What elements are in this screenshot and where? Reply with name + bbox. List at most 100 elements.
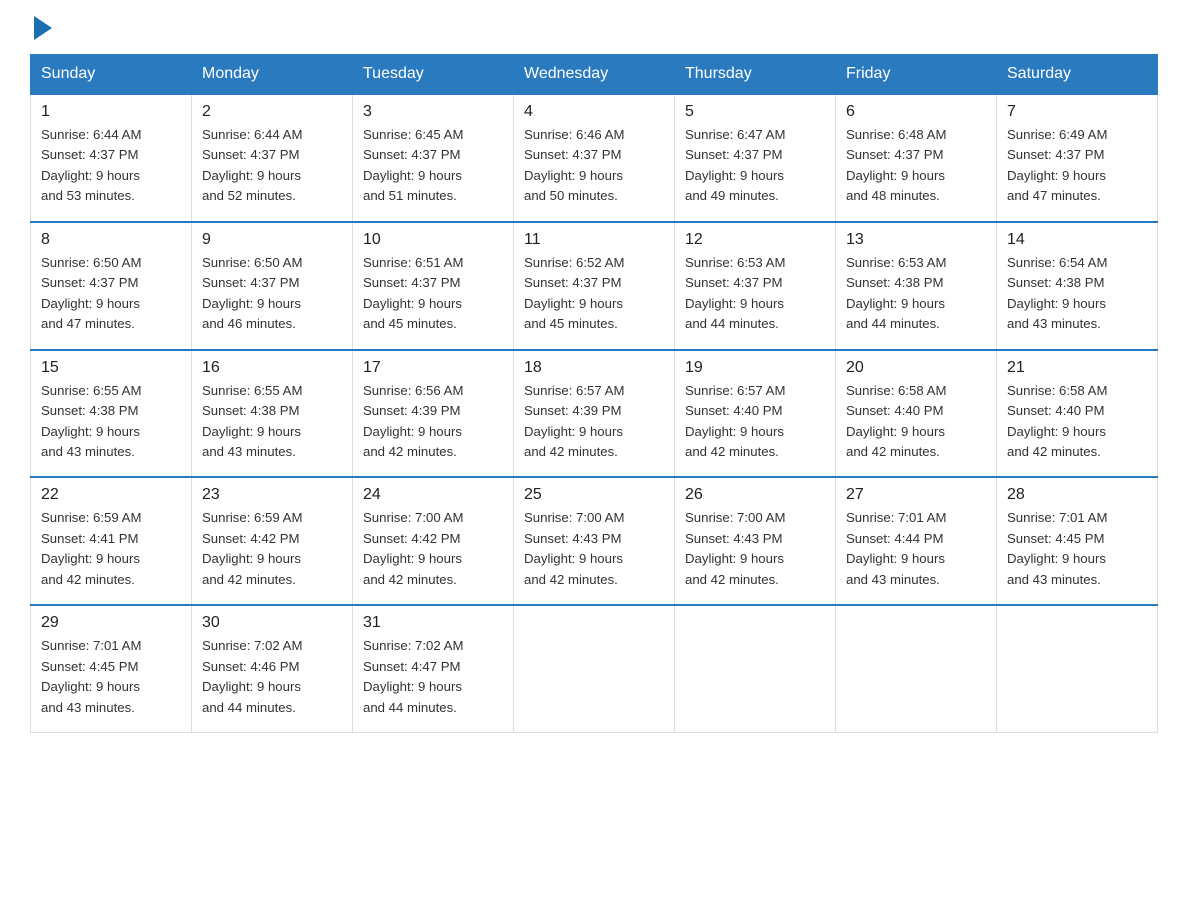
day-number: 20: [846, 359, 986, 377]
column-header-monday: Monday: [192, 55, 353, 95]
calendar-day-cell: 5 Sunrise: 6:47 AMSunset: 4:37 PMDaylight…: [675, 94, 836, 222]
day-info: Sunrise: 6:44 AMSunset: 4:37 PMDaylight:…: [41, 125, 181, 207]
day-info: Sunrise: 6:51 AMSunset: 4:37 PMDaylight:…: [363, 253, 503, 335]
day-info: Sunrise: 6:57 AMSunset: 4:40 PMDaylight:…: [685, 381, 825, 463]
day-info: Sunrise: 7:00 AMSunset: 4:42 PMDaylight:…: [363, 508, 503, 590]
day-number: 24: [363, 486, 503, 504]
logo: [30, 20, 52, 36]
calendar-day-cell: 13Sunrise: 6:53 AMSunset: 4:38 PMDayligh…: [836, 222, 997, 350]
day-number: 3: [363, 103, 503, 121]
day-info: Sunrise: 7:00 AMSunset: 4:43 PMDaylight:…: [524, 508, 664, 590]
calendar-day-cell: 10 Sunrise: 6:51 AMSunset: 4:37 PMDayligh…: [353, 222, 514, 350]
day-number: 27: [846, 486, 986, 504]
day-info: Sunrise: 6:52 AMSunset: 4:37 PMDaylight:…: [524, 253, 664, 335]
calendar-day-cell: 26 Sunrise: 7:00 AMSunset: 4:43 PMDayligh…: [675, 477, 836, 605]
day-number: 12: [685, 231, 825, 249]
day-info: Sunrise: 6:59 AMSunset: 4:41 PMDaylight:…: [41, 508, 181, 590]
day-info: Sunrise: 6:53 AMSunset: 4:37 PMDaylight:…: [685, 253, 825, 335]
calendar-day-cell: 30 Sunrise: 7:02 AMSunset: 4:46 PMDayligh…: [192, 605, 353, 732]
calendar-day-cell: 12 Sunrise: 6:53 AMSunset: 4:37 PMDayligh…: [675, 222, 836, 350]
day-number: 11: [524, 231, 664, 249]
day-info: Sunrise: 6:46 AMSunset: 4:37 PMDaylight:…: [524, 125, 664, 207]
calendar-day-cell: 17Sunrise: 6:56 AMSunset: 4:39 PMDayligh…: [353, 350, 514, 478]
day-info: Sunrise: 6:53 AMSunset: 4:38 PMDaylight:…: [846, 253, 986, 335]
calendar-day-cell: 16 Sunrise: 6:55 AMSunset: 4:38 PMDayligh…: [192, 350, 353, 478]
day-info: Sunrise: 7:02 AMSunset: 4:46 PMDaylight:…: [202, 636, 342, 718]
calendar-day-cell: 3 Sunrise: 6:45 AMSunset: 4:37 PMDaylight…: [353, 94, 514, 222]
calendar-header-row: SundayMondayTuesdayWednesdayThursdayFrid…: [31, 55, 1158, 95]
day-number: 23: [202, 486, 342, 504]
calendar-day-cell: 2 Sunrise: 6:44 AMSunset: 4:37 PMDaylight…: [192, 94, 353, 222]
calendar-day-cell: 29 Sunrise: 7:01 AMSunset: 4:45 PMDayligh…: [31, 605, 192, 732]
calendar-day-cell: 22 Sunrise: 6:59 AMSunset: 4:41 PMDayligh…: [31, 477, 192, 605]
day-number: 25: [524, 486, 664, 504]
day-number: 6: [846, 103, 986, 121]
day-info: Sunrise: 6:48 AMSunset: 4:37 PMDaylight:…: [846, 125, 986, 207]
day-number: 26: [685, 486, 825, 504]
calendar-week-row: 1 Sunrise: 6:44 AMSunset: 4:37 PMDaylight…: [31, 94, 1158, 222]
calendar-day-cell: 14Sunrise: 6:54 AMSunset: 4:38 PMDayligh…: [997, 222, 1158, 350]
day-number: 28: [1007, 486, 1147, 504]
day-info: Sunrise: 6:54 AMSunset: 4:38 PMDaylight:…: [1007, 253, 1147, 335]
day-info: Sunrise: 6:45 AMSunset: 4:37 PMDaylight:…: [363, 125, 503, 207]
day-number: 15: [41, 359, 181, 377]
calendar-week-row: 29 Sunrise: 7:01 AMSunset: 4:45 PMDayligh…: [31, 605, 1158, 732]
calendar-day-cell: 28 Sunrise: 7:01 AMSunset: 4:45 PMDayligh…: [997, 477, 1158, 605]
day-number: 17: [363, 359, 503, 377]
day-info: Sunrise: 7:00 AMSunset: 4:43 PMDaylight:…: [685, 508, 825, 590]
day-number: 19: [685, 359, 825, 377]
column-header-wednesday: Wednesday: [514, 55, 675, 95]
calendar-day-cell: 1 Sunrise: 6:44 AMSunset: 4:37 PMDaylight…: [31, 94, 192, 222]
calendar-day-cell: 27 Sunrise: 7:01 AMSunset: 4:44 PMDayligh…: [836, 477, 997, 605]
day-number: 22: [41, 486, 181, 504]
day-info: Sunrise: 6:50 AMSunset: 4:37 PMDaylight:…: [41, 253, 181, 335]
day-number: 18: [524, 359, 664, 377]
day-info: Sunrise: 6:47 AMSunset: 4:37 PMDaylight:…: [685, 125, 825, 207]
column-header-sunday: Sunday: [31, 55, 192, 95]
day-info: Sunrise: 6:58 AMSunset: 4:40 PMDaylight:…: [846, 381, 986, 463]
day-number: 1: [41, 103, 181, 121]
calendar-week-row: 15 Sunrise: 6:55 AMSunset: 4:38 PMDayligh…: [31, 350, 1158, 478]
day-number: 31: [363, 614, 503, 632]
calendar-day-cell: 4 Sunrise: 6:46 AMSunset: 4:37 PMDaylight…: [514, 94, 675, 222]
day-info: Sunrise: 6:57 AMSunset: 4:39 PMDaylight:…: [524, 381, 664, 463]
calendar-empty-cell: [997, 605, 1158, 732]
calendar-day-cell: 19 Sunrise: 6:57 AMSunset: 4:40 PMDayligh…: [675, 350, 836, 478]
page-header: [30, 20, 1158, 36]
column-header-thursday: Thursday: [675, 55, 836, 95]
calendar-day-cell: 20 Sunrise: 6:58 AMSunset: 4:40 PMDayligh…: [836, 350, 997, 478]
day-number: 30: [202, 614, 342, 632]
calendar-table: SundayMondayTuesdayWednesdayThursdayFrid…: [30, 54, 1158, 733]
day-info: Sunrise: 6:55 AMSunset: 4:38 PMDaylight:…: [202, 381, 342, 463]
day-number: 5: [685, 103, 825, 121]
calendar-day-cell: 18 Sunrise: 6:57 AMSunset: 4:39 PMDayligh…: [514, 350, 675, 478]
day-info: Sunrise: 6:44 AMSunset: 4:37 PMDaylight:…: [202, 125, 342, 207]
day-info: Sunrise: 7:01 AMSunset: 4:45 PMDaylight:…: [41, 636, 181, 718]
calendar-day-cell: 21 Sunrise: 6:58 AMSunset: 4:40 PMDayligh…: [997, 350, 1158, 478]
column-header-friday: Friday: [836, 55, 997, 95]
logo-arrow-icon: [34, 16, 52, 40]
day-number: 2: [202, 103, 342, 121]
day-number: 4: [524, 103, 664, 121]
day-number: 8: [41, 231, 181, 249]
day-number: 9: [202, 231, 342, 249]
calendar-day-cell: 25 Sunrise: 7:00 AMSunset: 4:43 PMDayligh…: [514, 477, 675, 605]
column-header-saturday: Saturday: [997, 55, 1158, 95]
calendar-day-cell: 31 Sunrise: 7:02 AMSunset: 4:47 PMDayligh…: [353, 605, 514, 732]
calendar-day-cell: 9 Sunrise: 6:50 AMSunset: 4:37 PMDaylight…: [192, 222, 353, 350]
day-info: Sunrise: 7:02 AMSunset: 4:47 PMDaylight:…: [363, 636, 503, 718]
day-info: Sunrise: 6:58 AMSunset: 4:40 PMDaylight:…: [1007, 381, 1147, 463]
day-info: Sunrise: 6:50 AMSunset: 4:37 PMDaylight:…: [202, 253, 342, 335]
day-number: 10: [363, 231, 503, 249]
day-info: Sunrise: 7:01 AMSunset: 4:44 PMDaylight:…: [846, 508, 986, 590]
day-info: Sunrise: 6:59 AMSunset: 4:42 PMDaylight:…: [202, 508, 342, 590]
calendar-empty-cell: [675, 605, 836, 732]
calendar-day-cell: 11 Sunrise: 6:52 AMSunset: 4:37 PMDayligh…: [514, 222, 675, 350]
day-info: Sunrise: 7:01 AMSunset: 4:45 PMDaylight:…: [1007, 508, 1147, 590]
calendar-day-cell: 24 Sunrise: 7:00 AMSunset: 4:42 PMDayligh…: [353, 477, 514, 605]
day-number: 16: [202, 359, 342, 377]
calendar-empty-cell: [514, 605, 675, 732]
day-number: 21: [1007, 359, 1147, 377]
day-number: 29: [41, 614, 181, 632]
day-info: Sunrise: 6:55 AMSunset: 4:38 PMDaylight:…: [41, 381, 181, 463]
